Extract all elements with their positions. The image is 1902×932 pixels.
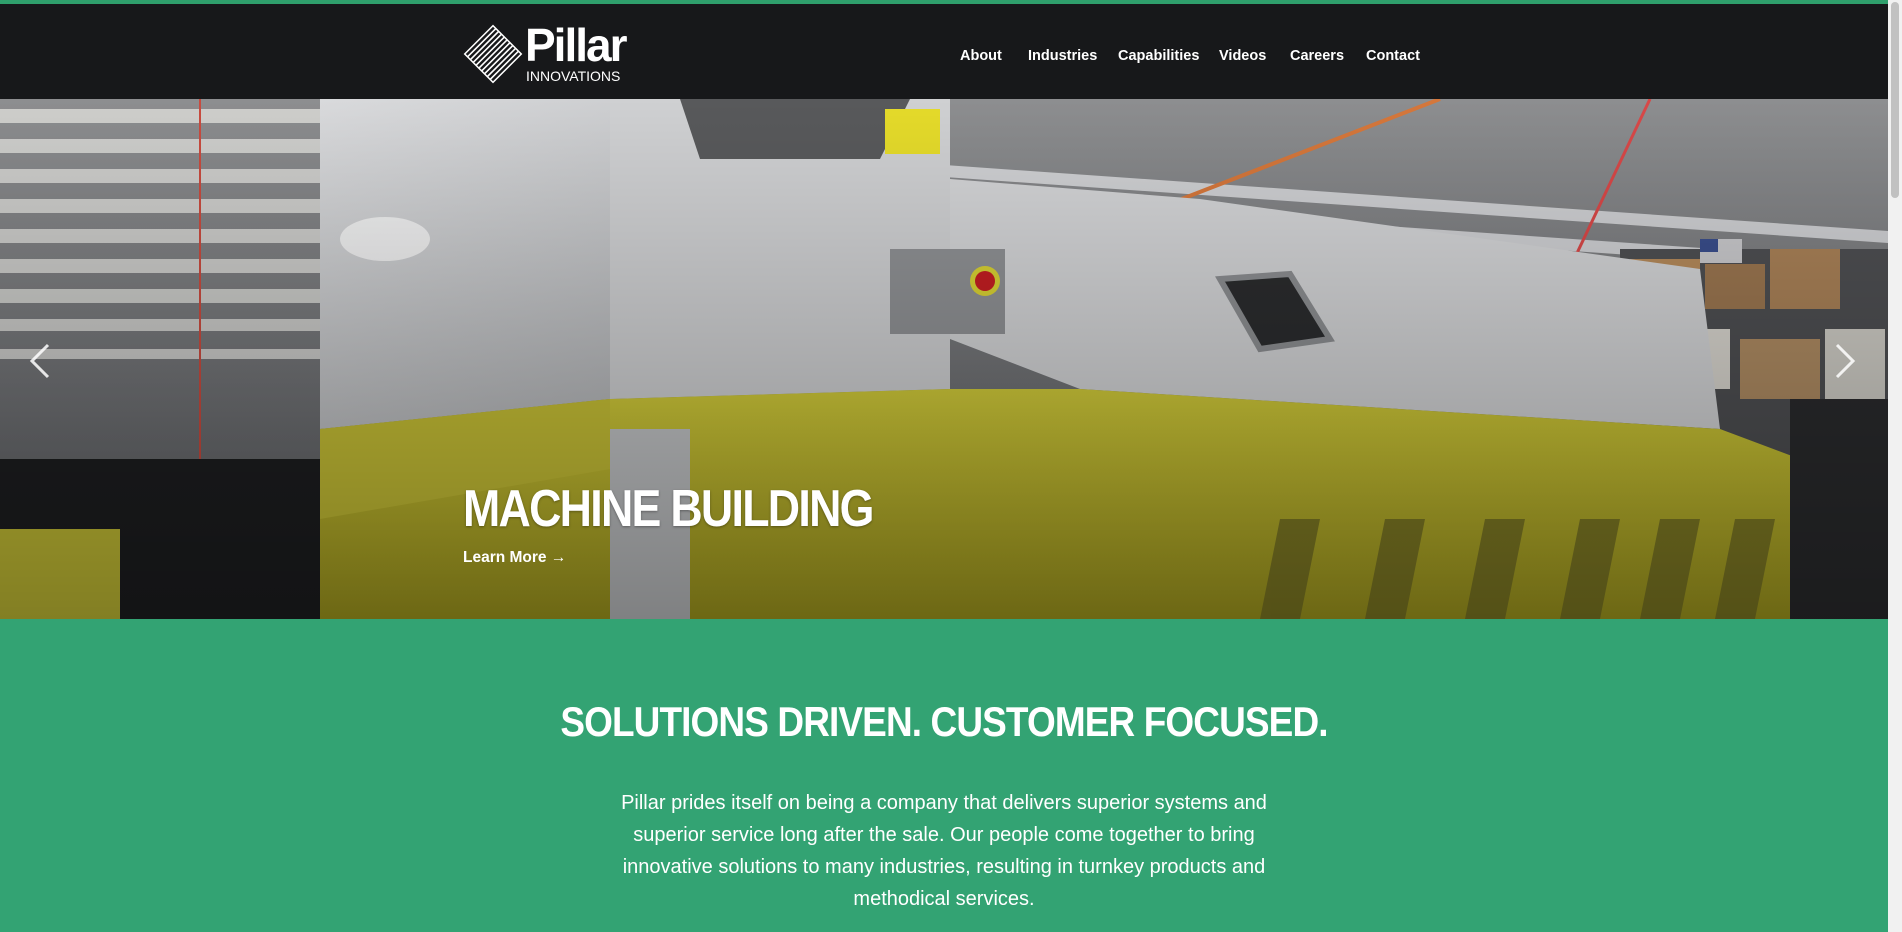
- nav-item-about[interactable]: About: [960, 46, 1002, 66]
- intro-section: SOLUTIONS DRIVEN. CUSTOMER FOCUSED. Pill…: [0, 619, 1888, 932]
- carousel-prev-button[interactable]: [20, 331, 60, 391]
- nav-item-capabilities[interactable]: Capabilities: [1118, 46, 1199, 66]
- page-scrollbar[interactable]: [1888, 0, 1902, 932]
- intro-body: Pillar prides itself on being a company …: [621, 792, 1267, 910]
- intro-title-text: SOLUTIONS DRIVEN. CUSTOMER FOCUSED.: [560, 698, 1328, 745]
- nav-item-contact[interactable]: Contact: [1366, 46, 1420, 66]
- main-nav: About Industries Capabilities Videos Car…: [0, 46, 1888, 66]
- logo-subtitle: INNOVATIONS: [526, 68, 621, 84]
- chevron-left-icon: [29, 343, 50, 379]
- hero-learn-more-link[interactable]: Learn More →: [463, 548, 566, 568]
- hero-carousel: MACHINE BUILDING Learn More →: [0, 99, 1888, 619]
- intro-title: SOLUTIONS DRIVEN. CUSTOMER FOCUSED.: [0, 697, 1888, 747]
- site-header: Pillar INNOVATIONS About Industries Capa…: [0, 4, 1888, 99]
- nav-item-careers[interactable]: Careers: [1290, 46, 1344, 66]
- scrollbar-thumb[interactable]: [1891, 2, 1899, 198]
- hero-title: MACHINE BUILDING: [463, 480, 874, 538]
- hero-machine-image: [0, 99, 1888, 619]
- nav-item-industries[interactable]: Industries: [1028, 46, 1097, 66]
- carousel-next-button[interactable]: [1825, 331, 1865, 391]
- chevron-right-icon: [1835, 343, 1856, 379]
- nav-item-videos[interactable]: Videos: [1219, 46, 1266, 66]
